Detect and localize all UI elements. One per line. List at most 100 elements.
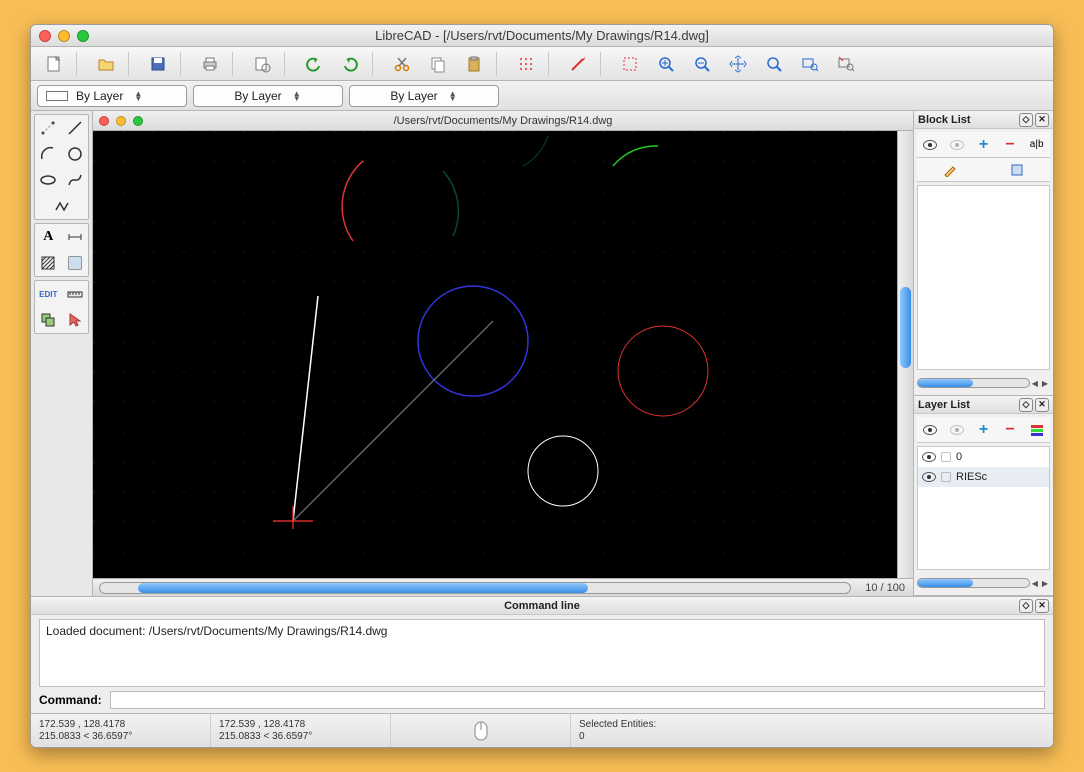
polyline-tool-button[interactable] xyxy=(35,193,88,219)
panel-undock-button[interactable]: ◇ xyxy=(1019,398,1033,412)
status-coords-relative: 172.539 , 128.4178 215.0833 < 36.6597° xyxy=(211,714,391,747)
modify-tools-group: EDIT xyxy=(34,280,89,334)
print-button[interactable] xyxy=(193,51,227,77)
color-label: By Layer xyxy=(234,89,281,103)
paste-button[interactable] xyxy=(457,51,491,77)
arc-tool-button[interactable] xyxy=(35,141,62,167)
edit-block-button[interactable] xyxy=(943,163,957,177)
add-block-button[interactable]: + xyxy=(973,135,993,155)
hatch-tool-button[interactable] xyxy=(35,250,62,276)
layer-list-toolbar: + − xyxy=(917,417,1050,443)
measure-tool-button[interactable] xyxy=(62,281,89,307)
rename-block-button[interactable]: a|b xyxy=(1027,135,1047,155)
block-list-panel: Block List ◇✕ + − a|b ◀▶ xyxy=(914,111,1053,396)
document-area: /Users/rvt/Documents/My Drawings/R14.dwg xyxy=(93,111,913,596)
add-layer-button[interactable]: + xyxy=(973,420,993,440)
show-all-layers-button[interactable] xyxy=(920,420,940,440)
command-input[interactable] xyxy=(110,691,1045,709)
layer-row[interactable]: 0 xyxy=(918,447,1049,467)
panel-close-button[interactable]: ✕ xyxy=(1035,599,1049,613)
save-file-button[interactable] xyxy=(141,51,175,77)
panel-undock-button[interactable]: ◇ xyxy=(1019,113,1033,127)
command-line-panel: Command line ◇✕ Loaded document: /Users/… xyxy=(31,596,1053,713)
show-all-blocks-button[interactable] xyxy=(920,135,940,155)
chevron-updown-icon: ▲▼ xyxy=(290,91,304,101)
attribute-toolbar: By Layer ▲▼ By Layer ▲▼ By Layer ▲▼ xyxy=(31,81,1053,111)
color-combo[interactable]: By Layer ▲▼ xyxy=(193,85,343,107)
linetype-combo[interactable]: By Layer ▲▼ xyxy=(37,85,187,107)
remove-block-button[interactable]: − xyxy=(1000,135,1020,155)
grid-toggle-button[interactable] xyxy=(509,51,543,77)
drawing-entities xyxy=(93,131,897,578)
annotate-tools-group: A xyxy=(34,223,89,277)
cut-button[interactable] xyxy=(385,51,419,77)
command-log: Loaded document: /Users/rvt/Documents/My… xyxy=(39,619,1045,687)
insert-block-button[interactable] xyxy=(1010,163,1024,177)
window-title: LibreCAD - [/Users/rvt/Documents/My Draw… xyxy=(31,28,1053,43)
edit-tool-button[interactable]: EDIT xyxy=(35,281,62,307)
image-tool-button[interactable] xyxy=(62,250,89,276)
block-list-items[interactable] xyxy=(917,185,1050,370)
zoom-auto-button[interactable] xyxy=(721,51,755,77)
hide-all-layers-button[interactable] xyxy=(947,420,967,440)
panel-undock-button[interactable]: ◇ xyxy=(1019,599,1033,613)
panel-close-button[interactable]: ✕ xyxy=(1035,113,1049,127)
layer-lock-icon[interactable] xyxy=(941,452,951,462)
layer-attributes-button[interactable] xyxy=(1027,420,1047,440)
canvas-horizontal-scrollbar[interactable]: 10 / 100 xyxy=(93,578,913,596)
tool-palette: A EDIT xyxy=(31,111,93,596)
zoom-out-button[interactable] xyxy=(685,51,719,77)
point-tool-button[interactable] xyxy=(35,115,62,141)
layer-row[interactable]: RIESc xyxy=(918,467,1049,487)
block-list-toolbar: + − a|b xyxy=(917,132,1050,158)
spline-tool-button[interactable] xyxy=(62,167,89,193)
zoom-window-button[interactable] xyxy=(77,30,89,42)
ellipse-tool-button[interactable] xyxy=(35,167,62,193)
remove-layer-button[interactable]: − xyxy=(1000,420,1020,440)
block-list-scrollbar[interactable]: ◀▶ xyxy=(917,375,1050,391)
hide-all-blocks-button[interactable] xyxy=(947,135,967,155)
draw-tools-group xyxy=(34,114,89,220)
minimize-window-button[interactable] xyxy=(58,30,70,42)
zoom-pan-button[interactable] xyxy=(829,51,863,77)
dimension-tool-button[interactable] xyxy=(62,224,89,250)
block-list-title: Block List xyxy=(918,114,971,126)
linetype-swatch xyxy=(46,91,68,101)
layer-visibility-icon[interactable] xyxy=(922,452,936,462)
undo-button[interactable] xyxy=(297,51,331,77)
layer-lock-icon[interactable] xyxy=(941,472,951,482)
canvas-vertical-scrollbar[interactable] xyxy=(897,131,913,578)
right-panels: Block List ◇✕ + − a|b ◀▶ xyxy=(913,111,1053,596)
lineweight-combo[interactable]: By Layer ▲▼ xyxy=(349,85,499,107)
layer-visibility-icon[interactable] xyxy=(922,472,936,482)
draft-mode-button[interactable] xyxy=(561,51,595,77)
panel-close-button[interactable]: ✕ xyxy=(1035,398,1049,412)
print-preview-button[interactable] xyxy=(245,51,279,77)
zoom-window-button[interactable] xyxy=(793,51,827,77)
chevron-updown-icon: ▲▼ xyxy=(131,91,145,101)
new-file-button[interactable] xyxy=(37,51,71,77)
document-title: /Users/rvt/Documents/My Drawings/R14.dwg xyxy=(394,115,613,127)
close-window-button[interactable] xyxy=(39,30,51,42)
layer-list-panel: Layer List ◇✕ + − 0 xyxy=(914,396,1053,596)
status-mouse-widget xyxy=(391,714,571,747)
doc-zoom-button[interactable] xyxy=(133,116,143,126)
redo-button[interactable] xyxy=(333,51,367,77)
document-window-controls xyxy=(99,116,143,126)
open-file-button[interactable] xyxy=(89,51,123,77)
block-tool-button[interactable] xyxy=(35,307,62,333)
zoom-redraw-button[interactable] xyxy=(613,51,647,77)
drawing-canvas[interactable] xyxy=(93,131,897,578)
doc-minimize-button[interactable] xyxy=(116,116,126,126)
circle-tool-button[interactable] xyxy=(62,141,89,167)
zoom-in-button[interactable] xyxy=(649,51,683,77)
copy-button[interactable] xyxy=(421,51,455,77)
line-tool-button[interactable] xyxy=(62,115,89,141)
command-prompt-label: Command: xyxy=(39,693,102,707)
select-tool-button[interactable] xyxy=(62,307,89,333)
mouse-icon xyxy=(473,720,489,742)
doc-close-button[interactable] xyxy=(99,116,109,126)
text-tool-button[interactable]: A xyxy=(35,224,62,250)
layer-list-scrollbar[interactable]: ◀▶ xyxy=(917,575,1050,591)
zoom-previous-button[interactable] xyxy=(757,51,791,77)
